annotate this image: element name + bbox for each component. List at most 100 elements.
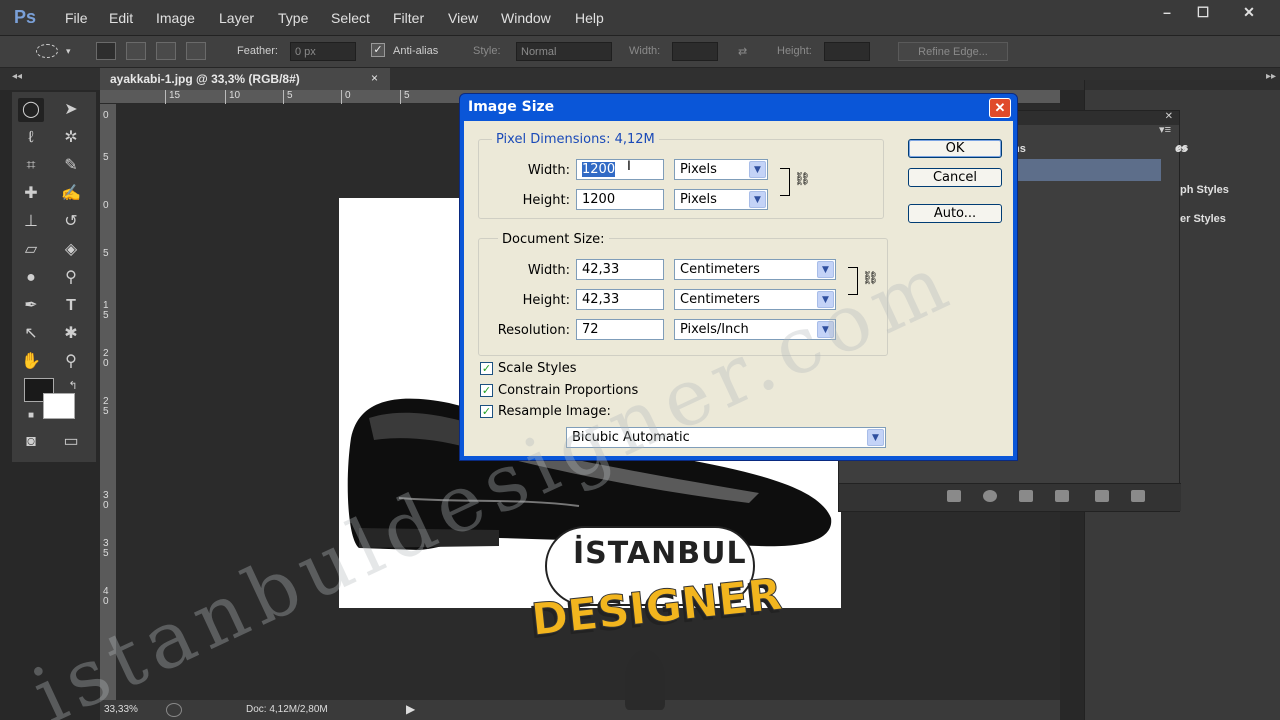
status-info-icon[interactable] [166, 703, 182, 717]
menu-layer[interactable]: Layer [219, 10, 254, 26]
refine-edge-button[interactable]: Refine Edge... [898, 42, 1008, 61]
marquee-tool-icon[interactable]: ◯ [18, 98, 44, 122]
resolution-label: Resolution: [497, 323, 570, 338]
feather-input[interactable]: 0 px [290, 42, 356, 61]
move-tool-icon[interactable]: ➤ [58, 98, 84, 122]
doc-info: Doc: 4,12M/2,80M [246, 704, 328, 715]
quick-mask-icon[interactable]: ◙ [18, 430, 44, 454]
feather-label: Feather: [237, 45, 278, 57]
antialias-checkbox[interactable]: ✓ [371, 43, 385, 57]
doc-height-input[interactable]: 42,33 [576, 289, 664, 310]
new-item-icon[interactable] [1095, 490, 1109, 502]
close-window-button[interactable]: ✕ [1234, 4, 1264, 22]
magic-wand-tool-icon[interactable]: ✲ [58, 126, 84, 150]
menu-help[interactable]: Help [575, 10, 604, 26]
menu-view[interactable]: View [448, 10, 478, 26]
dialog-title: Image Size [468, 99, 555, 115]
resample-image-checkbox[interactable]: ✓ [480, 405, 493, 418]
stop-icon[interactable] [947, 490, 961, 502]
default-colors-icon[interactable]: ■ [18, 404, 44, 428]
menu-select[interactable]: Select [331, 10, 370, 26]
collapse-toolbar-icon[interactable]: ◂◂ [12, 71, 22, 82]
doc-width-input[interactable]: 42,33 [576, 259, 664, 280]
new-selection-icon[interactable] [96, 42, 116, 60]
resolution-input[interactable]: 72 [576, 319, 664, 340]
healing-brush-tool-icon[interactable]: ✚ [18, 182, 44, 206]
menu-image[interactable]: Image [156, 10, 195, 26]
panel-item-character-styles[interactable]: er Styles [1180, 213, 1226, 225]
lasso-tool-icon[interactable]: ℓ [18, 126, 44, 150]
close-tab-icon[interactable]: × [371, 71, 378, 85]
resample-method-select[interactable]: Bicubic Automatic ▼ [566, 427, 886, 448]
image-size-dialog: Image Size ✕ Pixel Dimensions: 4,12M Wid… [459, 93, 1018, 461]
custom-shape-tool-icon[interactable]: ✱ [58, 322, 84, 346]
screen-mode-icon[interactable]: ▭ [58, 430, 84, 454]
menu-file[interactable]: File [65, 10, 88, 26]
doc-width-unit-select[interactable]: Centimeters ▼ [674, 259, 836, 280]
pixel-dimensions-legend: Pixel Dimensions: 4,12M [492, 132, 659, 147]
cancel-button[interactable]: Cancel [908, 168, 1002, 187]
play-icon[interactable] [1019, 490, 1033, 502]
menu-window[interactable]: Window [501, 10, 551, 26]
minimize-button[interactable]: – [1152, 4, 1182, 22]
height-input[interactable] [824, 42, 870, 61]
panel-menu-icon[interactable]: ▾≡ [1159, 123, 1171, 136]
style-select[interactable]: Normal [516, 42, 612, 61]
text-cursor-icon: I [627, 157, 631, 173]
doc-height-unit-select[interactable]: Centimeters ▼ [674, 289, 836, 310]
trash-icon[interactable] [1131, 490, 1145, 502]
type-tool-icon[interactable]: T [58, 294, 84, 318]
chevron-down-icon: ▼ [817, 291, 834, 308]
dodge-tool-icon[interactable]: ⚲ [58, 266, 84, 290]
crop-tool-icon[interactable]: ⌗ [18, 154, 44, 178]
panel-item-paragraph-styles[interactable]: ph Styles [1180, 184, 1229, 196]
path-selection-tool-icon[interactable]: ↖ [18, 322, 44, 346]
menu-type[interactable]: Type [278, 10, 308, 26]
maximize-button[interactable]: ☐ [1188, 4, 1218, 22]
menu-filter[interactable]: Filter [393, 10, 424, 26]
pen-tool-icon[interactable]: ✒ [18, 294, 44, 318]
resample-image-label: Resample Image: [498, 404, 611, 419]
eyedropper-tool-icon[interactable]: ✎ [58, 154, 84, 178]
ok-button[interactable]: OK [908, 139, 1002, 158]
record-icon[interactable] [983, 490, 997, 502]
brush-tool-icon[interactable]: ✍ [58, 182, 84, 206]
px-height-input[interactable]: 1200 [576, 189, 664, 210]
logo-figure [625, 650, 665, 710]
status-menu-arrow-icon[interactable]: ▶ [406, 702, 415, 716]
blur-tool-icon[interactable]: ● [18, 266, 44, 290]
ruler-tick: 15 [165, 90, 180, 104]
folder-icon[interactable] [1055, 490, 1069, 502]
clone-stamp-tool-icon[interactable]: ⊥ [18, 210, 44, 234]
chevron-down-icon[interactable]: ▾ [66, 46, 71, 57]
scale-styles-checkbox[interactable]: ✓ [480, 362, 493, 375]
dialog-close-button[interactable]: ✕ [989, 98, 1011, 118]
panel-close-icon[interactable]: ✕ [1165, 111, 1173, 122]
menu-edit[interactable]: Edit [109, 10, 133, 26]
document-tab[interactable]: ayakkabi-1.jpg @ 33,3% (RGB/8#) × [100, 68, 390, 90]
swap-icon[interactable]: ⇄ [738, 45, 747, 58]
px-width-input[interactable]: 1200 [576, 159, 664, 180]
paint-bucket-tool-icon[interactable]: ◈ [58, 238, 84, 262]
intersect-selection-icon[interactable] [186, 42, 206, 60]
resolution-unit-select[interactable]: Pixels/Inch ▼ [674, 319, 836, 340]
constrain-proportions-checkbox[interactable]: ✓ [480, 384, 493, 397]
background-color-swatch[interactable] [43, 393, 75, 419]
px-width-label: Width: [527, 163, 570, 178]
add-to-selection-icon[interactable] [126, 42, 146, 60]
subtract-selection-icon[interactable] [156, 42, 176, 60]
zoom-tool-icon[interactable]: ⚲ [58, 350, 84, 374]
hand-tool-icon[interactable]: ✋ [18, 350, 44, 374]
elliptical-marquee-icon[interactable] [36, 44, 58, 58]
px-height-unit-select[interactable]: Pixels ▼ [674, 189, 768, 210]
px-width-unit-select[interactable]: Pixels ▼ [674, 159, 768, 180]
ruler-tick: 10 [225, 90, 240, 104]
auto-button[interactable]: Auto... [908, 204, 1002, 223]
panel-item-es[interactable]: es [1176, 142, 1188, 154]
panel-selected-row[interactable] [1017, 159, 1161, 181]
eraser-tool-icon[interactable]: ▱ [18, 238, 44, 262]
width-input[interactable] [672, 42, 718, 61]
ruler-tick: 0 [103, 596, 109, 607]
zoom-level[interactable]: 33,33% [104, 704, 138, 715]
history-brush-tool-icon[interactable]: ↺ [58, 210, 84, 234]
